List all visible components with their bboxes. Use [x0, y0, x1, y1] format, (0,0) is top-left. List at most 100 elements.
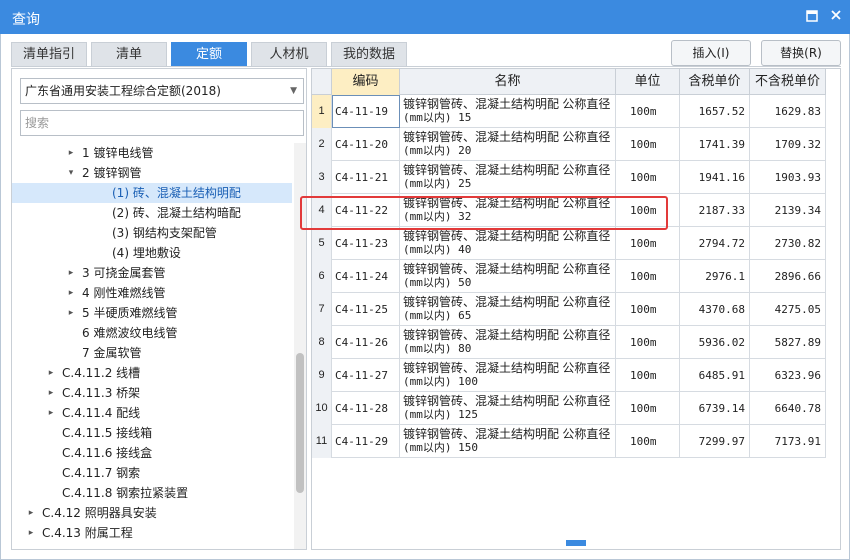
splitter-grip[interactable]: [566, 540, 586, 546]
cell-unit[interactable]: 100m: [616, 293, 680, 326]
cell-price-tax[interactable]: 6739.14: [680, 392, 750, 425]
row-number[interactable]: 6: [312, 260, 332, 293]
tab-bill-guide[interactable]: 清单指引: [11, 42, 87, 66]
cell-name[interactable]: 镀锌钢管砖、混凝土结构明配 公称直径 (mm以内) 50: [400, 260, 616, 293]
cell-code[interactable]: C4-11-26: [332, 326, 400, 359]
tree-item[interactable]: ▾ 2 镀锌钢管: [12, 163, 292, 183]
tree-item[interactable]: ▸ C.4.11.2 线槽: [12, 363, 292, 383]
caret-right-icon[interactable]: ▸: [46, 403, 56, 423]
close-icon[interactable]: [828, 9, 844, 25]
tree-item[interactable]: C.4.11.8 钢索拉紧装置: [12, 483, 292, 503]
cell-name[interactable]: 镀锌钢管砖、混凝土结构明配 公称直径 (mm以内) 150: [400, 425, 616, 458]
cell-price-notax[interactable]: 1629.83: [750, 95, 826, 128]
tab-quota[interactable]: 定额: [171, 42, 247, 66]
cell-price-tax[interactable]: 1741.39: [680, 128, 750, 161]
cell-name[interactable]: 镀锌钢管砖、混凝土结构明配 公称直径 (mm以内) 100: [400, 359, 616, 392]
tree-item[interactable]: 7 金属软管: [12, 343, 292, 363]
cell-code[interactable]: C4-11-25: [332, 293, 400, 326]
row-number[interactable]: 4: [312, 194, 332, 227]
caret-right-icon[interactable]: ▸: [66, 283, 76, 303]
tab-bill[interactable]: 清单: [91, 42, 167, 66]
cell-unit[interactable]: 100m: [616, 194, 680, 227]
row-number[interactable]: 3: [312, 161, 332, 194]
table-row[interactable]: 10 C4-11-28 镀锌钢管砖、混凝土结构明配 公称直径 (mm以内) 125 10…: [312, 392, 826, 425]
cell-code[interactable]: C4-11-21: [332, 161, 400, 194]
tree-item[interactable]: ▸ C.4.13 附属工程: [12, 523, 292, 543]
table-row[interactable]: 7 C4-11-25 镀锌钢管砖、混凝土结构明配 公称直径 (mm以内) 65 100m…: [312, 293, 826, 326]
cell-code[interactable]: C4-11-23: [332, 227, 400, 260]
column-header-price-notax[interactable]: 不含税单价: [750, 69, 826, 95]
cell-unit[interactable]: 100m: [616, 227, 680, 260]
cell-price-tax[interactable]: 2976.1: [680, 260, 750, 293]
tree-item[interactable]: ▸ 4 刚性难燃线管: [12, 283, 292, 303]
library-select[interactable]: 广东省通用安装工程综合定额(2018) ▼: [20, 78, 304, 104]
tab-my-data[interactable]: 我的数据: [331, 42, 407, 66]
cell-price-notax[interactable]: 7173.91: [750, 425, 826, 458]
cell-price-notax[interactable]: 4275.05: [750, 293, 826, 326]
column-header-unit[interactable]: 单位: [616, 69, 680, 95]
cell-unit[interactable]: 100m: [616, 161, 680, 194]
row-number[interactable]: 1: [312, 95, 332, 128]
column-header-name[interactable]: 名称: [400, 69, 616, 95]
cell-code[interactable]: C4-11-22: [332, 194, 400, 227]
caret-right-icon[interactable]: ▸: [26, 523, 36, 543]
cell-code[interactable]: C4-11-27: [332, 359, 400, 392]
cell-price-notax[interactable]: 2730.82: [750, 227, 826, 260]
scrollbar-thumb[interactable]: [296, 353, 304, 493]
cell-price-notax[interactable]: 5827.89: [750, 326, 826, 359]
cell-name[interactable]: 镀锌钢管砖、混凝土结构明配 公称直径 (mm以内) 125: [400, 392, 616, 425]
cell-code[interactable]: C4-11-29: [332, 425, 400, 458]
cell-code[interactable]: C4-11-19: [332, 95, 400, 128]
cell-name[interactable]: 镀锌钢管砖、混凝土结构明配 公称直径 (mm以内) 80: [400, 326, 616, 359]
cell-unit[interactable]: 100m: [616, 425, 680, 458]
tree-item[interactable]: C.4.11.6 接线盒: [12, 443, 292, 463]
cell-price-notax[interactable]: 6640.78: [750, 392, 826, 425]
caret-right-icon[interactable]: ▸: [26, 503, 36, 523]
cell-code[interactable]: C4-11-20: [332, 128, 400, 161]
tree-scrollbar[interactable]: [294, 143, 306, 549]
cell-price-tax[interactable]: 7299.97: [680, 425, 750, 458]
caret-down-icon[interactable]: ▾: [66, 163, 76, 183]
table-row[interactable]: 11 C4-11-29 镀锌钢管砖、混凝土结构明配 公称直径 (mm以内) 150 10…: [312, 425, 826, 458]
cell-name[interactable]: 镀锌钢管砖、混凝土结构明配 公称直径 (mm以内) 15: [400, 95, 616, 128]
insert-button[interactable]: 插入(I): [671, 40, 751, 66]
cell-unit[interactable]: 100m: [616, 260, 680, 293]
tree-item[interactable]: 6 难燃波纹电线管: [12, 323, 292, 343]
tree-item[interactable]: ▸ C.4.12 照明器具安装: [12, 503, 292, 523]
cell-price-tax[interactable]: 4370.68: [680, 293, 750, 326]
tree-item[interactable]: (3) 钢结构支架配管: [12, 223, 292, 243]
row-number[interactable]: 7: [312, 293, 332, 326]
row-number[interactable]: 11: [312, 425, 332, 458]
cell-unit[interactable]: 100m: [616, 326, 680, 359]
caret-right-icon[interactable]: ▸: [46, 383, 56, 403]
cell-price-tax[interactable]: 6485.91: [680, 359, 750, 392]
cell-name[interactable]: 镀锌钢管砖、混凝土结构明配 公称直径 (mm以内) 25: [400, 161, 616, 194]
row-number[interactable]: 8: [312, 326, 332, 359]
table-row[interactable]: 3 C4-11-21 镀锌钢管砖、混凝土结构明配 公称直径 (mm以内) 25 100m…: [312, 161, 826, 194]
cell-price-notax[interactable]: 2139.34: [750, 194, 826, 227]
cell-name[interactable]: 镀锌钢管砖、混凝土结构明配 公称直径 (mm以内) 40: [400, 227, 616, 260]
column-header-price-tax[interactable]: 含税单价: [680, 69, 750, 95]
tab-labor-material[interactable]: 人材机: [251, 42, 327, 66]
tree-item[interactable]: (4) 埋地敷设: [12, 243, 292, 263]
cell-unit[interactable]: 100m: [616, 95, 680, 128]
row-number[interactable]: 2: [312, 128, 332, 161]
table-row[interactable]: 4 C4-11-22 镀锌钢管砖、混凝土结构明配 公称直径 (mm以内) 32 100m…: [312, 194, 826, 227]
tree-item[interactable]: ▸ 5 半硬质难燃线管: [12, 303, 292, 323]
tree-item[interactable]: ▸ C.4.11.4 配线: [12, 403, 292, 423]
cell-price-notax[interactable]: 1709.32: [750, 128, 826, 161]
tree-item[interactable]: ▸ 3 可挠金属套管: [12, 263, 292, 283]
cell-code[interactable]: C4-11-28: [332, 392, 400, 425]
tree-item[interactable]: C.4.11.7 钢索: [12, 463, 292, 483]
row-number[interactable]: 9: [312, 359, 332, 392]
caret-right-icon[interactable]: ▸: [46, 363, 56, 383]
tree-item[interactable]: ▸ C.4.11.3 桥架: [12, 383, 292, 403]
cell-price-tax[interactable]: 1657.52: [680, 95, 750, 128]
cell-price-notax[interactable]: 1903.93: [750, 161, 826, 194]
cell-price-tax[interactable]: 2187.33: [680, 194, 750, 227]
cell-price-tax[interactable]: 2794.72: [680, 227, 750, 260]
cell-name[interactable]: 镀锌钢管砖、混凝土结构明配 公称直径 (mm以内) 65: [400, 293, 616, 326]
table-row[interactable]: 9 C4-11-27 镀锌钢管砖、混凝土结构明配 公称直径 (mm以内) 100 100…: [312, 359, 826, 392]
pin-icon[interactable]: [804, 9, 820, 25]
cell-unit[interactable]: 100m: [616, 128, 680, 161]
